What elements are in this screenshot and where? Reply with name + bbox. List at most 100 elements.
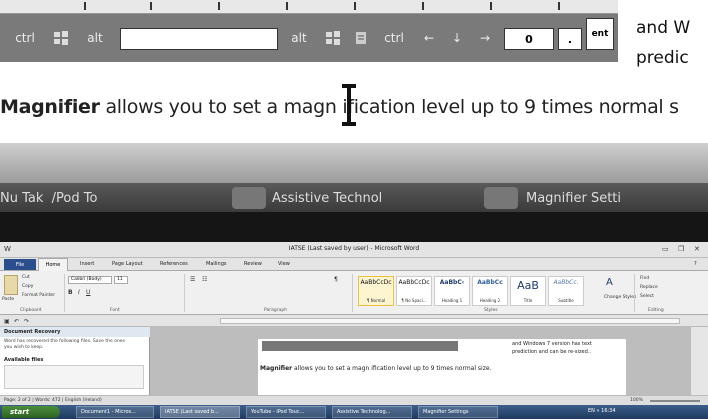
help-icon[interactable]: ? (694, 261, 697, 267)
magnified-taskbar-item: Assistive Technol (272, 191, 383, 206)
redo-icon[interactable]: ↷ (24, 318, 29, 325)
taskbar-button[interactable]: Document1 - Micros... (76, 406, 154, 418)
tab-mailings[interactable]: Mailings (206, 261, 227, 267)
numpad-dot-key[interactable]: . (558, 28, 582, 50)
taskbar-button[interactable]: IATSE (Last saved b... (160, 406, 240, 418)
copy-button[interactable]: Copy (22, 284, 33, 289)
magnified-taskbar-icon (484, 187, 518, 209)
style-title[interactable]: AaB Title (510, 276, 546, 306)
magnified-taskbar-item: Nu Tak /Pod To (0, 191, 98, 206)
tab-references[interactable]: References (160, 261, 188, 267)
windows-logo-icon (326, 31, 340, 45)
taskbar-button[interactable]: Assistive Technolog... (332, 406, 412, 418)
font-size-dropdown[interactable]: 11 (114, 276, 128, 284)
font-name-dropdown[interactable]: Calibri (Body) (68, 276, 112, 284)
style-subtitle[interactable]: AaBbCc. Subtitle (548, 276, 584, 306)
document-recovery-pane: Document Recovery Word has recovered the… (0, 327, 150, 395)
ruler-tick (490, 2, 492, 10)
group-divider (184, 274, 185, 312)
title-bar: W IATSE (Last saved by user) - Microsoft… (0, 242, 708, 258)
magnified-ruler (0, 0, 618, 14)
style-preview: AaBbC‹ (439, 279, 465, 286)
minimize-icon[interactable]: ▭ (662, 245, 669, 253)
quick-access-toolbar: ▣ ↶ ↷ (0, 315, 708, 327)
document-page[interactable]: and Windows 7 version has text predictio… (258, 339, 626, 395)
maximize-icon[interactable]: ❐ (678, 245, 684, 253)
word-window: W IATSE (Last saved by user) - Microsoft… (0, 242, 708, 419)
alt-key-right[interactable]: alt (284, 21, 314, 55)
screen: ctrl alt alt ctrl ← ↓ → 0 . ent and W pr… (0, 0, 708, 419)
horizontal-ruler[interactable] (220, 318, 680, 324)
alt-key[interactable]: alt (80, 21, 110, 55)
bold-button[interactable]: B (68, 289, 73, 296)
magnified-statusbar (0, 143, 708, 183)
tab-review[interactable]: Review (244, 261, 262, 267)
arrow-left-icon: ← (423, 31, 435, 45)
style-name: ¶ Normal (366, 298, 386, 303)
vertical-scrollbar[interactable] (690, 327, 708, 395)
numbering-icon[interactable]: ☷ (202, 276, 207, 283)
arrow-down-key[interactable]: ↓ (446, 21, 468, 55)
style-name: Title (523, 298, 533, 303)
save-icon[interactable]: ▣ (4, 318, 10, 325)
ctrl-key-right[interactable]: ctrl (378, 21, 410, 55)
document-area: and Windows 7 version has text predictio… (150, 327, 690, 395)
tab-home[interactable]: Home (38, 258, 68, 271)
document-text: and Windows 7 version has text (512, 341, 592, 347)
style-heading-2[interactable]: AaBbCc Heading 2 (472, 276, 508, 306)
format-painter-button[interactable]: Format Painter (22, 293, 55, 298)
ctrl-key[interactable]: ctrl (10, 21, 40, 55)
style-heading-1[interactable]: AaBbC‹ Heading 1 (434, 276, 470, 306)
group-label: Clipboard (20, 308, 42, 313)
replace-button[interactable]: Replace (640, 285, 658, 290)
style-preview: AaB (517, 279, 539, 292)
windows-key[interactable] (48, 21, 74, 55)
text-cursor-icon (342, 84, 356, 126)
zoom-level[interactable]: 100% (630, 398, 643, 403)
show-formatting-icon[interactable]: ¶ (334, 276, 338, 283)
zoom-slider[interactable] (650, 400, 700, 402)
ribbon-tabs: File Home Insert Page Layout References … (0, 258, 708, 271)
space-key[interactable] (120, 28, 278, 50)
paste-icon[interactable] (4, 275, 18, 295)
underline-button[interactable]: U (86, 289, 90, 296)
numpad-0-key[interactable]: 0 (504, 28, 554, 50)
change-styles-button[interactable]: Change Styles (604, 295, 636, 300)
style-preview: AaBbCcDc (398, 279, 430, 286)
ruler-tick (286, 2, 288, 10)
tab-view[interactable]: View (278, 261, 290, 267)
embedded-keyboard-image (262, 341, 458, 351)
close-icon[interactable]: ✕ (694, 245, 700, 253)
menu-key[interactable] (350, 21, 372, 55)
arrow-right-icon: → (479, 31, 491, 45)
change-styles-icon[interactable]: A (606, 277, 613, 288)
find-button[interactable]: Find (640, 276, 649, 281)
numpad-enter-key[interactable]: ent (586, 18, 614, 50)
tab-file[interactable]: File (4, 259, 36, 270)
select-button[interactable]: Select (640, 294, 654, 299)
tab-page-layout[interactable]: Page Layout (112, 261, 143, 267)
style-preview: AaBbCcDc (360, 279, 392, 286)
arrow-right-key[interactable]: → (474, 21, 496, 55)
bullets-icon[interactable]: ☰ (190, 276, 195, 283)
undo-icon[interactable]: ↶ (14, 318, 19, 325)
magnifier-view: ctrl alt alt ctrl ← ↓ → 0 . ent and W pr… (0, 0, 708, 212)
italic-button[interactable]: I (78, 289, 80, 296)
magnified-taskbar: Nu Tak /Pod To Assistive Technol Magnifi… (0, 183, 708, 212)
group-divider (352, 274, 353, 312)
document-bold-word: Magnifier (260, 365, 293, 372)
start-button[interactable]: start (2, 406, 60, 418)
taskbar-button[interactable]: Magnifier Settings (418, 406, 498, 418)
tab-insert[interactable]: Insert (80, 261, 94, 267)
style-no-spacing[interactable]: AaBbCcDc ¶ No Spaci... (396, 276, 432, 306)
paste-button[interactable]: Paste (2, 297, 14, 302)
windows-key-right[interactable] (320, 21, 346, 55)
taskbar-button[interactable]: YouTube - iPod Touc... (246, 406, 326, 418)
cut-button[interactable]: Cut (22, 275, 30, 280)
recovered-file-item[interactable] (4, 365, 144, 389)
arrow-left-key[interactable]: ← (418, 21, 440, 55)
magnifier-divider (0, 212, 708, 242)
style-normal[interactable]: AaBbCcDc ¶ Normal (358, 276, 394, 306)
magnified-bold-word: Magnifier (0, 96, 100, 118)
status-bar: Page: 2 of 2 | Words: 472 | English (Ire… (0, 395, 708, 405)
